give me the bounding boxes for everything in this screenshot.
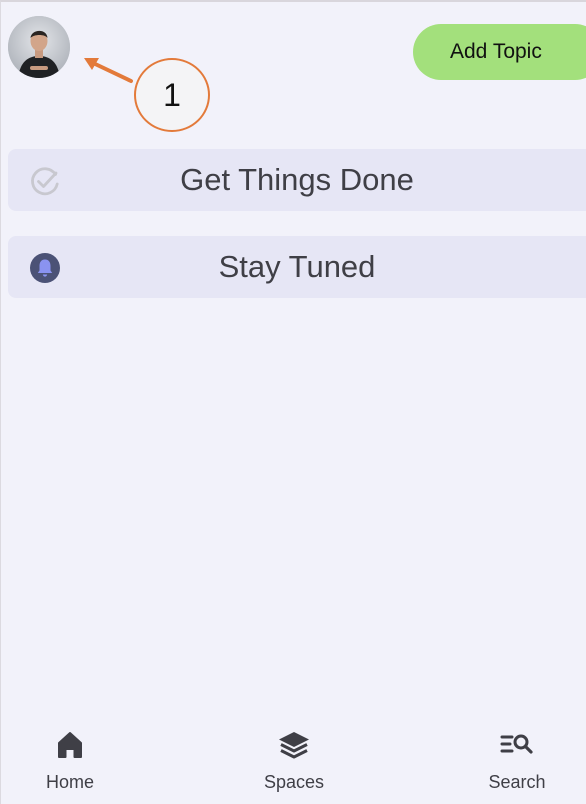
topic-list: Get Things Done Stay Tuned [8,149,586,323]
add-topic-button[interactable]: Add Topic [413,24,586,80]
topic-item-get-things-done[interactable]: Get Things Done [8,149,586,211]
nav-label-spaces: Spaces [263,772,325,792]
annotation-arrow-icon [84,58,133,83]
bell-icon [30,253,60,283]
annotation-badge: 1 [134,58,210,132]
nav-item-spaces[interactable]: Spaces [239,726,349,804]
check-circle-icon [31,167,59,196]
nav-item-search[interactable]: Search [462,726,572,804]
topic-item-stay-tuned[interactable]: Stay Tuned [8,236,586,298]
nav-label-search: Search [488,772,546,792]
layers-icon [279,732,309,759]
topic-label: Stay Tuned [218,249,376,284]
bottom-nav: Home Spaces Search [1,726,586,804]
nav-label-home: Home [45,772,94,792]
nav-item-home[interactable]: Home [15,726,125,804]
search-list-icon [500,734,533,754]
topic-label: Get Things Done [180,162,414,197]
avatar[interactable] [8,16,70,78]
user-profile-photo [8,16,70,78]
app-screen: Add Topic 1 Get Things Done Stay Tuned H… [0,0,586,804]
home-icon [58,732,82,758]
